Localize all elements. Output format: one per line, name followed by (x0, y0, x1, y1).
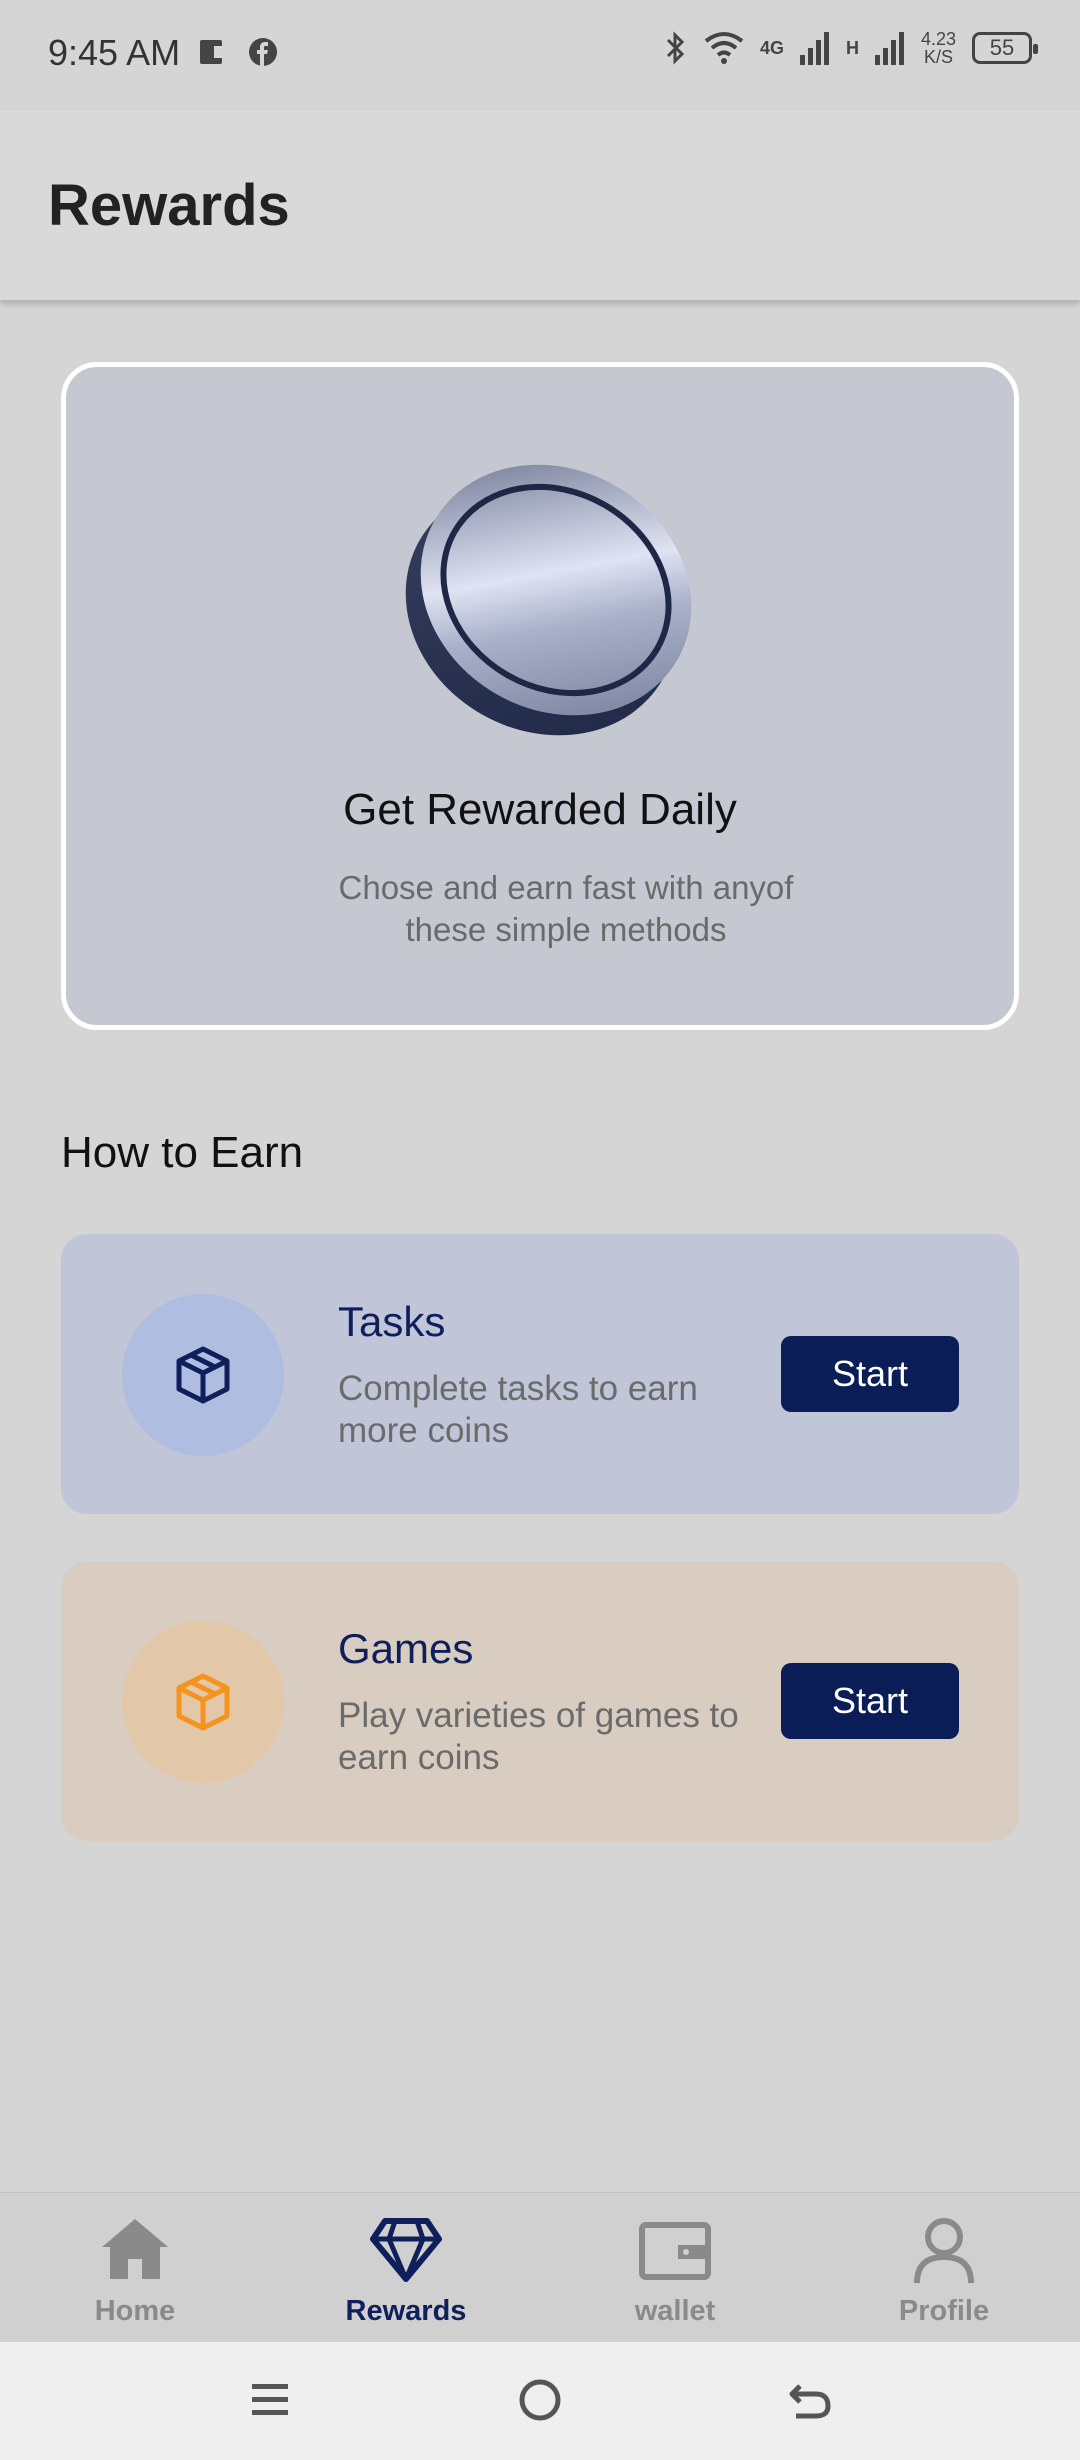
profile-icon (914, 2218, 974, 2284)
status-time: 9:45 AM (48, 32, 181, 73)
coin-icon (405, 464, 692, 736)
games-title: Games (338, 1625, 474, 1672)
bluetooth-icon (666, 31, 685, 65)
games-start-button[interactable]: Start (781, 1663, 959, 1739)
home-system-button[interactable] (510, 2370, 570, 2430)
battery-indicator: 55 (972, 32, 1038, 64)
box-icon (176, 1673, 230, 1731)
network-speed: 4.23 K/S (920, 29, 956, 67)
tasks-description: Complete tasks to earn more coins (338, 1369, 698, 1450)
tasks-icon-circle (122, 1294, 284, 1456)
games-icon-circle (122, 1621, 284, 1783)
diamond-icon (370, 2218, 442, 2282)
bottom-navigation: Home Rewards wallet Profile (0, 2192, 1080, 2343)
recent-apps-button[interactable] (240, 2370, 300, 2430)
hero-title: Get Rewarded Daily (343, 785, 737, 834)
home-icon (102, 2219, 168, 2279)
section-title: How to Earn (61, 1128, 304, 1177)
signal-icon (799, 32, 829, 65)
wifi-icon (704, 32, 744, 64)
network-4g-label: 4G (759, 38, 784, 58)
nav-item-rewards[interactable]: Rewards (306, 2213, 506, 2328)
nav-item-wallet[interactable]: wallet (575, 2213, 775, 2328)
back-system-button[interactable] (780, 2370, 840, 2430)
box-icon (176, 1346, 230, 1404)
system-navigation-bar (0, 2342, 1080, 2460)
tasks-title: Tasks (338, 1298, 446, 1345)
page-title: Rewards (48, 173, 290, 238)
nav-label-wallet: wallet (634, 2295, 716, 2327)
back-icon (789, 2384, 831, 2419)
app-header: Rewards (0, 110, 1080, 300)
nav-item-profile[interactable]: Profile (844, 2213, 1044, 2328)
facebook-icon (249, 38, 277, 66)
nav-label-profile: Profile (898, 2295, 990, 2327)
sim-card-icon (200, 40, 226, 64)
tasks-card: Tasks Complete tasks to earn more coins … (61, 1234, 1019, 1514)
games-card: Games Play varieties of games to earn co… (61, 1561, 1019, 1841)
circle-icon (519, 2379, 561, 2421)
signal-icon (874, 32, 904, 65)
nav-item-home[interactable]: Home (35, 2213, 235, 2328)
nav-label-home: Home (94, 2295, 176, 2327)
tasks-start-button[interactable]: Start (781, 1336, 959, 1412)
wallet-icon (639, 2222, 711, 2280)
network-h-label: H (845, 38, 859, 58)
status-bar: 9:45 AM 4G H 4.23 K/S 55 (0, 0, 1080, 110)
menu-icon (252, 2384, 288, 2415)
hero-subtitle: Chose and earn fast with anyof these sim… (338, 869, 794, 948)
daily-reward-card: Get Rewarded Daily Chose and earn fast w… (61, 362, 1019, 1030)
games-description: Play varieties of games to earn coins (338, 1696, 739, 1777)
nav-label-rewards: Rewards (345, 2295, 467, 2327)
